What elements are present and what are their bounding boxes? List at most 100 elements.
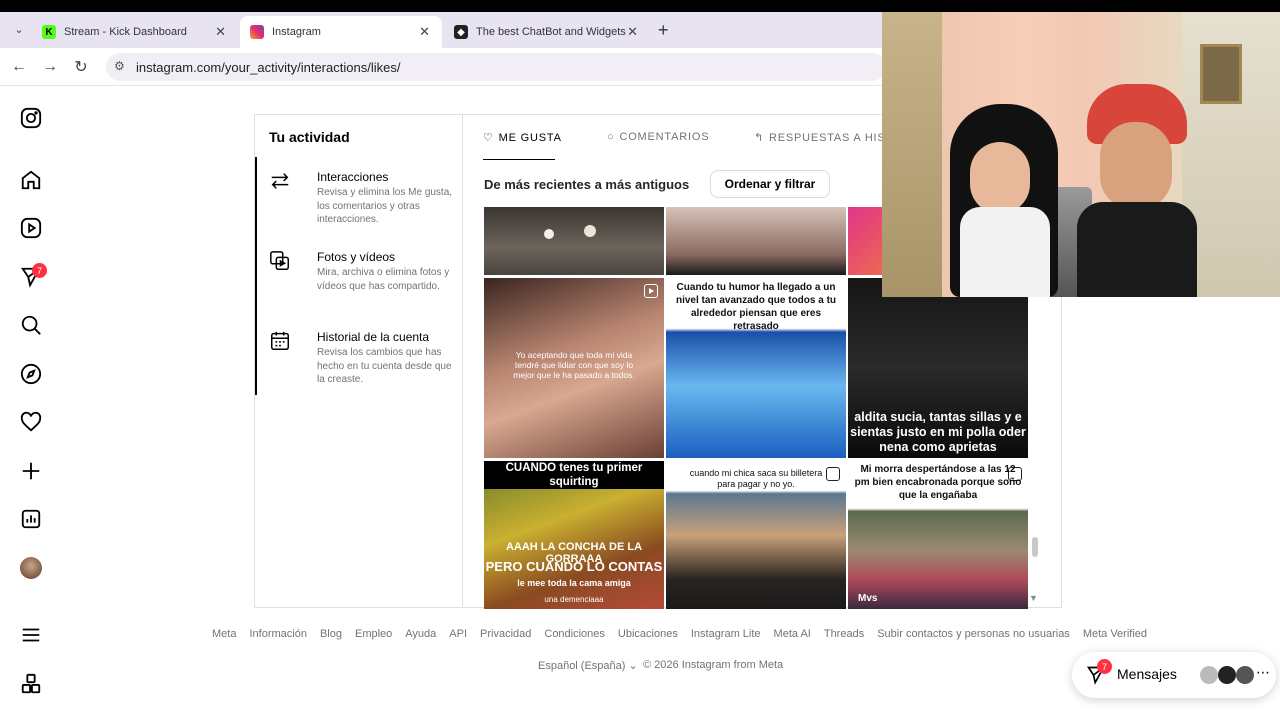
messages-pill[interactable]: 7 Mensajes ⋯ bbox=[1072, 652, 1276, 698]
post-caption: cuando mi chica saca su billetera para p… bbox=[689, 468, 823, 489]
liked-post-thumbnail[interactable]: aldita sucia, tantas sillas y e sientas … bbox=[848, 278, 1028, 458]
more-dots-icon: ⋯ bbox=[1256, 664, 1270, 680]
tab-instagram[interactable]: Instagram ✕ bbox=[240, 16, 442, 48]
activity-item-desc: Revisa los cambios que has hecho en tu c… bbox=[317, 347, 452, 385]
contact-avatar bbox=[1200, 666, 1218, 684]
liked-post-thumbnail[interactable] bbox=[484, 207, 664, 275]
footer-link[interactable]: Información bbox=[249, 628, 306, 640]
footer-links: Meta Información Blog Empleo Ayuda API Privaci… bbox=[212, 628, 1147, 640]
webcam-person2-jacket bbox=[1077, 202, 1197, 297]
liked-post-thumbnail[interactable] bbox=[666, 207, 846, 275]
liked-post-thumbnail[interactable]: Cuando tu humor ha llegado a un nivel ta… bbox=[666, 278, 846, 458]
activity-item-title: Interacciones bbox=[317, 170, 389, 184]
footer-link[interactable]: Subir contactos y personas no usuarias bbox=[877, 628, 1070, 640]
webcam-poster bbox=[1200, 44, 1242, 104]
messages-label: Mensajes bbox=[1117, 666, 1177, 682]
language-label: Español (España) bbox=[538, 660, 626, 672]
reload-icon[interactable]: ↻ bbox=[70, 56, 92, 78]
footer-link[interactable]: Condiciones bbox=[544, 628, 605, 640]
instagram-icon bbox=[250, 25, 264, 39]
explore-icon[interactable] bbox=[19, 362, 43, 386]
post-watermark: Mvs bbox=[858, 593, 878, 604]
arrows-swap-icon bbox=[269, 170, 293, 194]
close-tab-icon[interactable]: ✕ bbox=[215, 24, 226, 40]
tab-label: Stream - Kick Dashboard bbox=[64, 26, 187, 38]
footer-link[interactable]: Ayuda bbox=[405, 628, 436, 640]
tab-likes[interactable]: ♡ ME GUSTA bbox=[483, 131, 562, 145]
post-caption: CUANDO tenes tu primer squirting bbox=[484, 461, 664, 489]
contact-avatar bbox=[1218, 666, 1236, 684]
url-field[interactable]: ⚙ instagram.com/your_activity/interactio… bbox=[106, 53, 886, 81]
footer-link[interactable]: Meta AI bbox=[774, 628, 811, 640]
post-caption: Cuando tu humor ha llegado a un nivel ta… bbox=[675, 282, 837, 332]
close-tab-icon[interactable]: ✕ bbox=[419, 24, 430, 40]
tab-underline bbox=[483, 159, 555, 160]
heart-small-icon: ♡ bbox=[483, 132, 494, 144]
reply-icon: ↰ bbox=[754, 132, 765, 144]
liked-post-thumbnail[interactable]: Mi morra despertándose a las 12 pm bien … bbox=[848, 461, 1028, 609]
post-caption: le mee toda la cama amiga bbox=[517, 578, 631, 588]
footer-link[interactable]: Empleo bbox=[355, 628, 392, 640]
search-icon[interactable] bbox=[19, 313, 43, 337]
tab-search-chevron-icon[interactable]: ⌄ bbox=[8, 18, 30, 40]
site-info-icon[interactable]: ⚙ bbox=[114, 59, 125, 73]
new-tab-button[interactable]: + bbox=[658, 20, 669, 41]
footer-link[interactable]: Blog bbox=[320, 628, 342, 640]
comment-icon: ○ bbox=[607, 131, 615, 143]
dashboard-icon[interactable] bbox=[19, 507, 43, 531]
activity-item-desc: Mira, archiva o elimina fotos y vídeos q… bbox=[317, 267, 450, 292]
liked-post-thumbnail[interactable]: Yo aceptando que toda mi vida tendré que… bbox=[484, 278, 664, 458]
post-caption: Mi morra despertándose a las 12 pm bien … bbox=[854, 464, 1022, 501]
forward-icon[interactable]: → bbox=[39, 56, 61, 78]
post-caption: Yo aceptando que toda mi vida tendré que… bbox=[513, 350, 635, 380]
activity-item-interactions[interactable]: Interacciones Revisa y elimina los Me gu… bbox=[255, 170, 462, 240]
menu-hamburger-icon[interactable] bbox=[19, 623, 43, 647]
instagram-logo-icon[interactable] bbox=[19, 106, 43, 130]
chevron-down-icon: ⌄ bbox=[628, 660, 638, 672]
heart-icon[interactable] bbox=[19, 410, 43, 434]
language-selector[interactable]: Español (España) ⌄ bbox=[538, 659, 638, 672]
footer-link[interactable]: Privacidad bbox=[480, 628, 531, 640]
webcam-overlay bbox=[882, 12, 1280, 297]
scrollbar-thumb[interactable] bbox=[1032, 537, 1038, 557]
home-icon[interactable] bbox=[19, 168, 43, 192]
close-tab-icon[interactable]: ✕ bbox=[627, 24, 638, 40]
footer-link[interactable]: Threads bbox=[824, 628, 864, 640]
activity-sidebar: Tu actividad Interacciones Revisa y elim… bbox=[255, 115, 463, 607]
footer-link[interactable]: Instagram Lite bbox=[691, 628, 761, 640]
post-caption: una demenciaaa bbox=[544, 595, 604, 604]
tab-kick-dashboard[interactable]: K Stream - Kick Dashboard ✕ bbox=[32, 16, 238, 48]
contact-avatar bbox=[1236, 666, 1254, 684]
activity-item-account-history[interactable]: Historial de la cuenta Revisa los cambio… bbox=[255, 330, 462, 400]
apps-grid-icon[interactable] bbox=[19, 672, 43, 696]
tab-label: COMENTARIOS bbox=[619, 131, 710, 143]
tab-label: ME GUSTA bbox=[498, 131, 562, 144]
kick-icon: K bbox=[42, 25, 56, 39]
activity-item-title: Historial de la cuenta bbox=[317, 330, 430, 344]
url-text: instagram.com/your_activity/interactions… bbox=[136, 59, 401, 75]
streamelements-icon: ◆ bbox=[454, 25, 468, 39]
reels-icon[interactable] bbox=[19, 216, 43, 240]
profile-avatar[interactable] bbox=[20, 557, 42, 579]
tab-story-replies[interactable]: ↰ RESPUESTAS A HISTO bbox=[754, 131, 902, 145]
notification-badge: 7 bbox=[32, 263, 47, 278]
activity-item-photos-videos[interactable]: Fotos y vídeos Mira, archiva o elimina f… bbox=[255, 250, 462, 320]
webcam-door bbox=[882, 12, 942, 297]
liked-post-thumbnail[interactable]: CUANDO tenes tu primer squirting AAAH LA… bbox=[484, 461, 664, 609]
webcam-person-shirt bbox=[960, 207, 1050, 297]
tab-comments[interactable]: ○ COMENTARIOS bbox=[607, 131, 709, 143]
post-caption: PERO CUANDO LO CONTAS bbox=[485, 559, 663, 574]
tab-streamelements[interactable]: ◆ The best ChatBot and Widgets f ✕ bbox=[444, 16, 650, 48]
create-plus-icon[interactable] bbox=[19, 459, 43, 483]
footer-link[interactable]: API bbox=[449, 628, 467, 640]
footer-link[interactable]: Meta Verified bbox=[1083, 628, 1147, 640]
sort-filter-button[interactable]: Ordenar y filtrar bbox=[710, 170, 830, 198]
webcam-person-face bbox=[970, 142, 1030, 214]
footer-link[interactable]: Meta bbox=[212, 628, 236, 640]
back-icon[interactable]: ← bbox=[8, 56, 30, 78]
webcam-person2-face bbox=[1100, 122, 1172, 210]
photos-videos-icon bbox=[269, 250, 293, 274]
footer-link[interactable]: Ubicaciones bbox=[618, 628, 678, 640]
scroll-down-arrow-icon[interactable]: ▼ bbox=[1029, 593, 1038, 603]
liked-post-thumbnail[interactable]: cuando mi chica saca su billetera para p… bbox=[666, 461, 846, 609]
